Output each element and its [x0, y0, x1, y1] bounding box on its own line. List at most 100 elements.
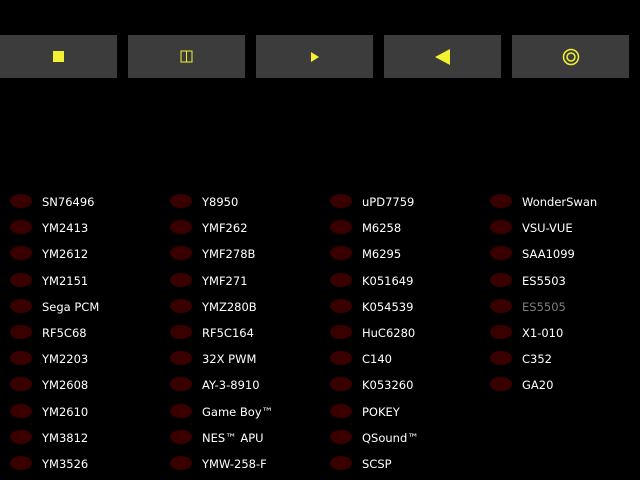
chip-toggle[interactable]: HuC6280: [330, 319, 490, 345]
chip-toggle[interactable]: VSU-VUE: [490, 214, 640, 240]
led-indicator-icon: [490, 246, 512, 261]
chip-toggle[interactable]: QSound™: [330, 424, 490, 450]
chip-label: M6295: [362, 247, 402, 262]
chip-label: RF5C164: [202, 326, 254, 341]
led-indicator-icon: [330, 403, 352, 418]
chip-toggle[interactable]: RF5C68: [10, 319, 170, 345]
chip-toggle[interactable]: YMF278B: [170, 240, 330, 266]
chip-label: GA20: [522, 378, 554, 393]
led-indicator-icon: [10, 298, 32, 313]
chip-label: SAA1099: [522, 247, 575, 262]
led-indicator-icon: [490, 220, 512, 235]
led-indicator-icon: [10, 351, 32, 366]
led-indicator-icon: [10, 272, 32, 287]
led-indicator-icon: [170, 220, 192, 235]
chip-toggle[interactable]: K051649: [330, 267, 490, 293]
chip-toggle[interactable]: C352: [490, 345, 640, 371]
chip-label: YM2203: [42, 352, 89, 367]
led-indicator-icon: [330, 272, 352, 287]
chip-label: HuC6280: [362, 326, 416, 341]
chip-toggle[interactable]: YM3812: [10, 424, 170, 450]
play-button[interactable]: [256, 35, 373, 78]
chip-toggle[interactable]: WonderSwan: [490, 188, 640, 214]
chip-label: SCSP: [362, 456, 392, 471]
led-indicator-icon: [330, 377, 352, 392]
chip-toggle[interactable]: SAA1099: [490, 240, 640, 266]
led-indicator-icon: [170, 429, 192, 444]
led-indicator-icon: [330, 220, 352, 235]
led-indicator-icon: [490, 194, 512, 209]
chip-column: WonderSwan VSU-VUE SAA1099 ES5503 ES5505 X1-0…: [490, 188, 640, 398]
chip-toggle[interactable]: M6258: [330, 214, 490, 240]
chip-toggle[interactable]: C140: [330, 345, 490, 371]
chip-toggle[interactable]: YMW-258-F: [170, 450, 330, 476]
chip-toggle[interactable]: ES5503: [490, 267, 640, 293]
led-indicator-icon: [330, 194, 352, 209]
chip-label: YM2151: [42, 273, 89, 288]
chip-grid: SN76496 YM2413 YM2612 YM2151 Sega PCM RF5C68 Y…: [0, 188, 640, 480]
chip-label: K051649: [362, 273, 414, 288]
chip-toggle[interactable]: SCSP: [330, 450, 490, 476]
chip-label: X1-010: [522, 326, 564, 341]
chip-toggle[interactable]: YM2413: [10, 214, 170, 240]
chip-label: YM2612: [42, 247, 89, 262]
target-button[interactable]: [512, 35, 629, 78]
chip-toggle[interactable]: Game Boy™: [170, 398, 330, 424]
chip-toggle[interactable]: YM2203: [10, 345, 170, 371]
chip-label: C352: [522, 352, 552, 367]
chip-label: Y8950: [202, 195, 239, 210]
chip-toggle[interactable]: GA20: [490, 371, 640, 397]
led-indicator-icon: [170, 272, 192, 287]
chip-toggle[interactable]: RF5C164: [170, 319, 330, 345]
chip-label: QSound™: [362, 430, 419, 445]
chip-toggle[interactable]: M6295: [330, 240, 490, 266]
stop-button[interactable]: [0, 35, 117, 78]
led-indicator-icon: [10, 377, 32, 392]
chip-label: WonderSwan: [522, 195, 598, 210]
led-indicator-icon: [170, 455, 192, 470]
led-indicator-icon: [490, 298, 512, 313]
chip-label: YMF271: [202, 273, 248, 288]
chip-toggle[interactable]: Y8950: [170, 188, 330, 214]
chip-toggle[interactable]: YM2608: [10, 371, 170, 397]
led-indicator-icon: [170, 377, 192, 392]
led-indicator-icon: [170, 325, 192, 340]
chip-label: YM2413: [42, 221, 89, 236]
chip-toggle[interactable]: 32X PWM: [170, 345, 330, 371]
chip-label: Sega PCM: [42, 299, 100, 314]
chip-toggle[interactable]: YM2612: [10, 240, 170, 266]
chip-toggle[interactable]: YMF271: [170, 267, 330, 293]
chip-toggle[interactable]: K053260: [330, 371, 490, 397]
chip-toggle[interactable]: X1-010: [490, 319, 640, 345]
led-indicator-icon: [330, 351, 352, 366]
chip-label: SN76496: [42, 195, 95, 210]
chip-toggle[interactable]: AY-3-8910: [170, 371, 330, 397]
led-indicator-icon: [170, 298, 192, 313]
led-indicator-icon: [330, 455, 352, 470]
chip-label: YMF262: [202, 221, 248, 236]
chip-toggle[interactable]: YMZ280B: [170, 293, 330, 319]
chip-toggle[interactable]: POKEY: [330, 398, 490, 424]
chip-toggle[interactable]: K054539: [330, 293, 490, 319]
chip-toggle[interactable]: uPD7759: [330, 188, 490, 214]
pause-icon: [180, 50, 192, 62]
chip-label: RF5C68: [42, 326, 87, 341]
chip-toggle[interactable]: ES5505: [490, 293, 640, 319]
led-indicator-icon: [330, 429, 352, 444]
chip-label: YM2610: [42, 404, 89, 419]
chip-label: YMZ280B: [202, 299, 257, 314]
chip-toggle[interactable]: YM3526: [10, 450, 170, 476]
previous-button[interactable]: [384, 35, 501, 78]
chip-toggle[interactable]: SN76496: [10, 188, 170, 214]
chip-toggle[interactable]: YM2610: [10, 398, 170, 424]
led-indicator-icon: [10, 455, 32, 470]
chip-toggle[interactable]: YMF262: [170, 214, 330, 240]
pause-button[interactable]: [128, 35, 245, 78]
chip-toggle[interactable]: Sega PCM: [10, 293, 170, 319]
chip-column: Y8950 YMF262 YMF278B YMF271 YMZ280B RF5C164 32…: [170, 188, 330, 476]
chip-label: VSU-VUE: [522, 221, 573, 236]
chip-toggle[interactable]: YM2151: [10, 267, 170, 293]
chip-toggle[interactable]: NES™ APU: [170, 424, 330, 450]
stop-icon: [52, 50, 64, 62]
chip-label: POKEY: [362, 404, 400, 419]
